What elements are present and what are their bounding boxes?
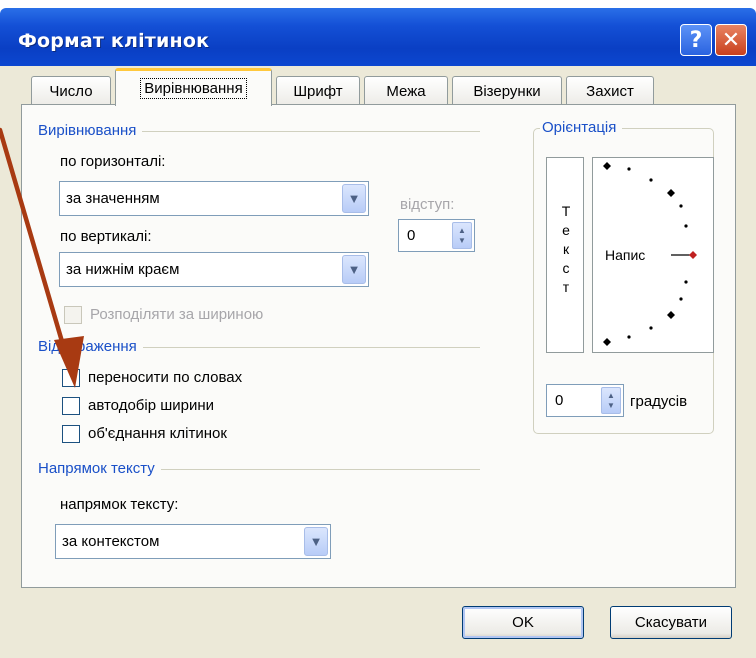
format-cells-dialog: Формат клітинок ? ✕ Число Вирівнювання Ш… bbox=[0, 0, 756, 658]
spin-arrows-icon[interactable]: ▲ ▼ bbox=[601, 387, 621, 414]
direction-group-title: Напрямок тексту bbox=[38, 460, 161, 477]
chevron-down-icon[interactable]: ▼ bbox=[342, 255, 366, 284]
dialog-title: Формат клітинок bbox=[18, 30, 210, 52]
degrees-spinner[interactable]: 0 ▲ ▼ bbox=[546, 384, 624, 417]
shrink-to-fit-checkbox[interactable] bbox=[62, 397, 80, 415]
tab-protection-label: Захист bbox=[586, 83, 634, 100]
vertical-text-char: е bbox=[562, 222, 570, 238]
merge-cells-checkbox[interactable] bbox=[62, 425, 80, 443]
direction-label: напрямок тексту: bbox=[60, 496, 179, 513]
dial-label: Напис bbox=[605, 247, 646, 263]
tab-font[interactable]: Шрифт bbox=[276, 76, 360, 106]
degrees-label: градусів bbox=[630, 393, 688, 410]
ok-button[interactable]: OK bbox=[462, 606, 584, 639]
tab-border-label: Межа bbox=[386, 83, 426, 100]
tab-number[interactable]: Число bbox=[31, 76, 111, 106]
alignment-group-title: Вирівнювання bbox=[38, 122, 143, 139]
title-bar[interactable]: Формат клітинок ? ✕ bbox=[0, 8, 756, 66]
tab-font-label: Шрифт bbox=[293, 83, 343, 100]
horizontal-select-value: за значенням bbox=[66, 190, 160, 207]
vertical-text-char: с bbox=[562, 260, 570, 276]
tab-number-label: Число bbox=[49, 83, 93, 100]
vertical-text-char: к bbox=[562, 241, 570, 257]
tab-alignment[interactable]: Вирівнювання bbox=[115, 68, 272, 106]
direction-select-value: за контекстом bbox=[62, 533, 160, 550]
tab-alignment-label: Вирівнювання bbox=[140, 78, 247, 99]
wrap-text-checkbox[interactable] bbox=[62, 369, 80, 387]
degrees-value: 0 bbox=[555, 392, 564, 409]
help-button[interactable]: ? bbox=[680, 24, 712, 56]
distribute-label: Розподіляти за шириною bbox=[90, 306, 264, 323]
chevron-down-icon[interactable]: ▼ bbox=[342, 184, 366, 213]
spin-arrows-icon[interactable]: ▲ ▼ bbox=[452, 222, 472, 249]
horizontal-label: по горизонталі: bbox=[60, 153, 166, 170]
vertical-label: по вертикалі: bbox=[60, 228, 152, 245]
direction-select[interactable]: за контекстом ▼ bbox=[55, 524, 331, 559]
vertical-text-char: Т bbox=[561, 203, 571, 219]
merge-cells-label: об'єднання клітинок bbox=[88, 425, 227, 442]
tab-patterns-label: Візерунки bbox=[473, 83, 541, 100]
orientation-group-title: Орієнтація bbox=[540, 119, 623, 136]
distribute-checkbox[interactable] bbox=[64, 306, 82, 324]
vertical-text-char: т bbox=[562, 279, 570, 295]
vertical-select-value: за нижнім краєм bbox=[66, 261, 180, 278]
shrink-to-fit-label: автодобір ширини bbox=[88, 397, 215, 414]
vertical-text-button[interactable]: Т е к с т bbox=[546, 157, 584, 353]
chevron-down-icon[interactable]: ▼ bbox=[304, 527, 328, 556]
close-button[interactable]: ✕ bbox=[715, 24, 747, 56]
indent-spinner[interactable]: 0 ▲ ▼ bbox=[398, 219, 475, 252]
indent-label: відступ: bbox=[400, 196, 455, 213]
wrap-text-label: переносити по словах bbox=[88, 369, 243, 386]
tab-protection[interactable]: Захист bbox=[566, 76, 654, 106]
horizontal-select[interactable]: за значенням ▼ bbox=[59, 181, 369, 216]
display-group-title: Відображення bbox=[38, 338, 143, 355]
vertical-select[interactable]: за нижнім краєм ▼ bbox=[59, 252, 369, 287]
tab-patterns[interactable]: Візерунки bbox=[452, 76, 562, 106]
tab-border[interactable]: Межа bbox=[364, 76, 448, 106]
indent-value: 0 bbox=[407, 227, 416, 244]
cancel-button[interactable]: Скасувати bbox=[610, 606, 732, 639]
orientation-dial[interactable]: Напис bbox=[592, 157, 714, 353]
